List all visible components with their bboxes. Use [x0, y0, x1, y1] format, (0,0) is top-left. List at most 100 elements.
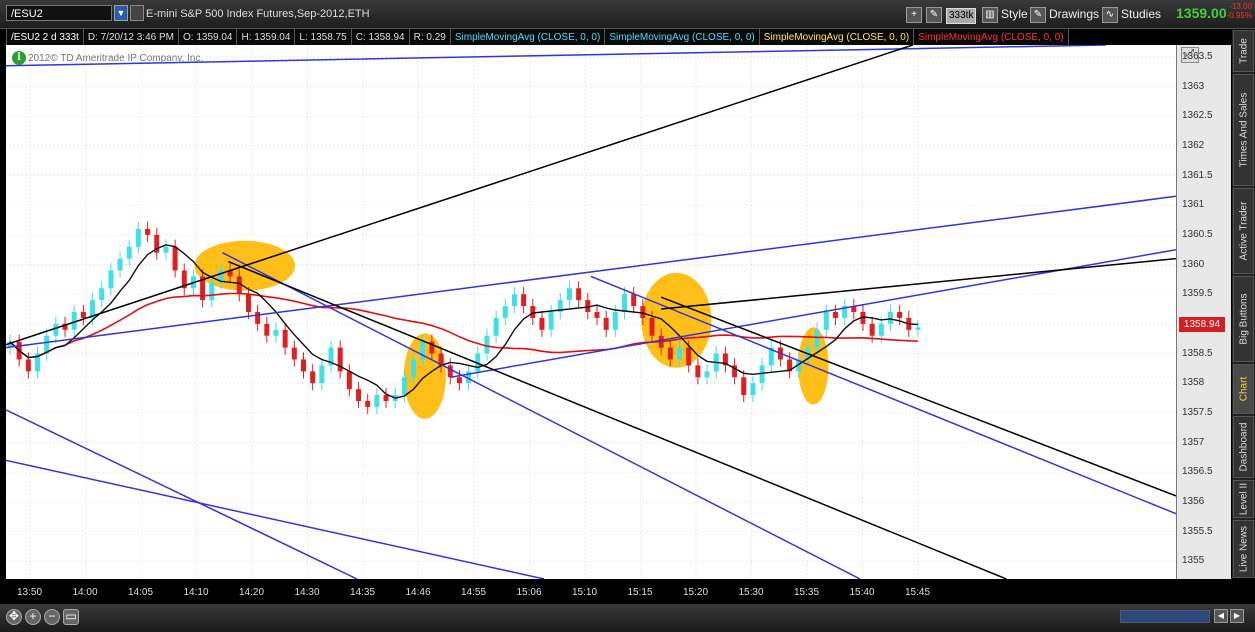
style-icon: ▥	[982, 6, 998, 23]
change-absolute: -13.00	[1229, 2, 1252, 11]
candle-body	[374, 395, 380, 407]
trendline-black	[661, 257, 1177, 310]
tab-level-ii[interactable]: Level II	[1233, 480, 1254, 518]
price-change: -13.00 -0.95%	[1222, 2, 1252, 20]
candle-body	[502, 306, 508, 318]
tab-trade[interactable]: Trade	[1233, 30, 1254, 72]
zoom-in-icon[interactable]: +	[25, 609, 41, 625]
y-tick-label: 1363	[1182, 80, 1205, 92]
candle-body	[832, 312, 838, 318]
candle-body	[823, 312, 829, 330]
trendline-blue	[590, 275, 1177, 515]
fit-icon[interactable]: ▭	[63, 609, 79, 625]
candle-body	[255, 312, 261, 324]
x-tick-label: 14:46	[405, 587, 431, 598]
last-price: 1359.00	[1176, 5, 1227, 21]
candle-body	[273, 329, 279, 336]
candle-body	[484, 335, 490, 354]
tools-button[interactable]: ✎	[926, 5, 945, 23]
tab-active-trader[interactable]: Active Trader	[1233, 188, 1254, 274]
candle-body	[493, 317, 499, 336]
x-tick-label: 14:10	[183, 587, 209, 598]
candle-body	[135, 228, 141, 247]
candle-body	[869, 323, 875, 336]
candle-body	[117, 258, 123, 271]
candle-body	[365, 401, 371, 407]
tab-dashboard[interactable]: Dashboard	[1233, 416, 1254, 478]
candle-body	[456, 377, 462, 384]
scroll-right-icon[interactable]: ▶	[1230, 609, 1244, 623]
info-icon[interactable]: i	[12, 51, 26, 65]
y-tick-label: 1360.5	[1182, 228, 1213, 240]
cursor-tool-button[interactable]: +	[906, 5, 925, 23]
x-tick-label: 13:50	[17, 587, 43, 598]
link-icon[interactable]	[130, 5, 144, 21]
y-tick-label: 1355	[1182, 555, 1205, 567]
y-tick-label: 1355.5	[1182, 525, 1213, 537]
candle-body	[576, 288, 582, 301]
style-button[interactable]: ▥ Style	[982, 5, 1028, 23]
tab-times-and-sales[interactable]: Times And Sales	[1233, 74, 1254, 186]
y-tick-label: 1362	[1182, 139, 1205, 151]
drawings-label: Drawings	[1049, 7, 1100, 21]
y-tick-label: 1358.5	[1182, 347, 1213, 359]
x-tick-label: 15:35	[794, 587, 820, 598]
candle-body	[99, 288, 105, 301]
x-tick-label: 15:30	[738, 587, 764, 598]
candle-body	[667, 347, 673, 360]
candle-body	[411, 359, 417, 378]
scroll-left-icon[interactable]: ◀	[1214, 609, 1228, 623]
y-tick-label: 1363.5	[1182, 50, 1213, 62]
y-tick-label: 1362.5	[1182, 110, 1213, 122]
price-chart-svg[interactable]	[5, 44, 1177, 580]
pencil-icon: ✎	[1030, 6, 1046, 23]
candle-body	[282, 329, 288, 348]
symbol-input[interactable]: /ESU2	[6, 5, 112, 21]
candle-body	[594, 312, 600, 318]
studies-button[interactable]: ∿ Studies	[1102, 5, 1161, 23]
candle-body	[291, 347, 297, 360]
candle-body	[447, 365, 453, 378]
trendline-blue	[5, 409, 358, 580]
pan-icon[interactable]: ✥	[6, 609, 22, 625]
candle-body	[145, 228, 151, 235]
candle-body	[548, 312, 554, 330]
chart-plot-area[interactable]	[5, 44, 1177, 580]
drawings-button[interactable]: ✎ Drawings	[1030, 5, 1099, 23]
candle-body	[622, 294, 628, 312]
candle-body	[264, 323, 270, 336]
candle-body	[878, 323, 884, 336]
candle-body	[759, 365, 765, 384]
studies-icon: ∿	[1102, 6, 1118, 23]
wrench-icon: ✎	[926, 6, 942, 23]
x-tick-label: 15:40	[849, 587, 875, 598]
zoom-out-icon[interactable]: −	[44, 609, 60, 625]
candle-body	[640, 306, 646, 318]
candle-body	[915, 327, 921, 330]
time-scrollbar[interactable]	[1120, 610, 1210, 623]
symbol-dropdown-button[interactable]: ▼	[114, 5, 128, 21]
trendline-blue	[5, 195, 1177, 349]
x-tick-label: 15:20	[683, 587, 709, 598]
x-tick-label: 14:30	[294, 587, 320, 598]
style-label: Style	[1001, 7, 1028, 21]
candle-body	[209, 282, 215, 301]
candle-body	[356, 389, 362, 401]
bottom-toolbar: ✥ + − ▭ ◀ ▶	[0, 604, 1255, 632]
tab-live-news[interactable]: Live News	[1233, 520, 1254, 578]
candle-body	[649, 317, 655, 336]
tab-chart[interactable]: Chart	[1233, 364, 1254, 414]
tab-big-buttons[interactable]: Big Buttons	[1233, 276, 1254, 362]
y-tick-label: 1361.5	[1182, 169, 1213, 181]
candle-body	[310, 371, 316, 384]
y-tick-label: 1358	[1182, 377, 1205, 389]
y-tick-label: 1360	[1182, 258, 1205, 270]
candle-body	[163, 246, 169, 253]
candle-body	[80, 312, 86, 318]
y-tick-label: 1356	[1182, 495, 1205, 507]
x-tick-label: 15:45	[905, 587, 931, 598]
last-price-marker: 1358.94	[1179, 317, 1225, 332]
x-tick-label: 15:10	[572, 587, 598, 598]
candle-body	[750, 383, 756, 396]
aggregation-button[interactable]: 333tk	[946, 5, 977, 24]
